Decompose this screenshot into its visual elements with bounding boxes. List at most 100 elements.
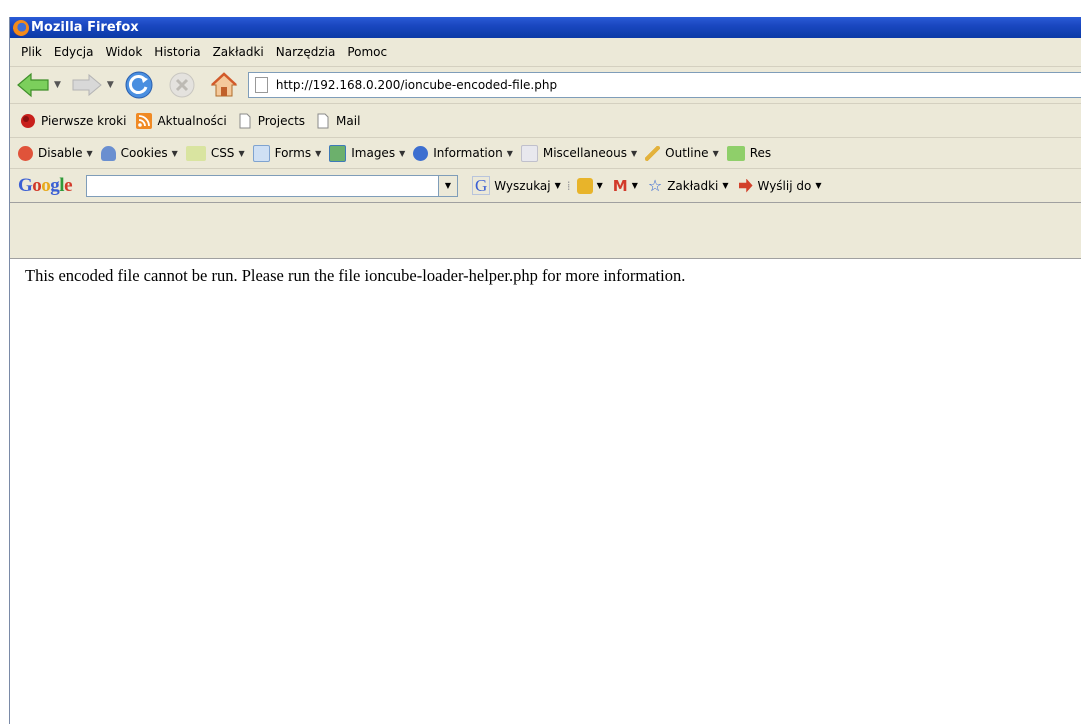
- menu-label: CSS: [210, 146, 235, 160]
- firefox-bookmark-icon: [21, 113, 35, 128]
- url-text: http://192.168.0.200/ioncube-encoded-fil…: [275, 78, 558, 92]
- menu-label: Res: [749, 146, 772, 160]
- web-developer-toolbar: Disable ▼ Cookies ▼ CSS ▼ Forms ▼ Images ▼ In…: [10, 138, 1081, 169]
- forward-arrow-icon: [72, 73, 102, 97]
- menu-file[interactable]: Plik: [21, 45, 42, 59]
- stop-icon: [169, 72, 195, 98]
- menu-bookmarks[interactable]: Zakładki: [213, 45, 264, 59]
- address-bar[interactable]: http://192.168.0.200/ioncube-encoded-fil…: [247, 72, 1081, 98]
- google-g-icon: G: [472, 176, 491, 195]
- reload-button[interactable]: [124, 70, 154, 100]
- css-icon: [185, 145, 206, 161]
- bookmark-mail[interactable]: Mail: [315, 113, 360, 129]
- cookies-icon: [100, 145, 116, 161]
- google-search-input[interactable]: ▼: [86, 174, 458, 197]
- dropdown-arrow-icon: ▼: [86, 148, 93, 158]
- menu-label: Images: [351, 146, 396, 160]
- webdev-images-menu[interactable]: Images ▼: [329, 144, 406, 162]
- home-icon: [210, 72, 238, 97]
- back-arrow-icon: [17, 72, 49, 98]
- send-to-button[interactable]: Wyślij do ▼: [738, 178, 822, 193]
- menu-label: Disable: [38, 146, 83, 160]
- search-history-dropdown-icon[interactable]: ▼: [438, 175, 457, 196]
- search-button-label: Wyszukaj: [494, 178, 551, 193]
- bookmark-label: Projects: [257, 113, 306, 128]
- menu-label: Cookies: [120, 146, 168, 160]
- page-icon: [254, 77, 268, 93]
- webdev-outline-menu[interactable]: Outline ▼: [645, 145, 719, 161]
- webdev-forms-menu[interactable]: Forms ▼: [252, 144, 322, 162]
- title-bar: Mozilla Firefox: [10, 17, 1081, 38]
- menu-history[interactable]: Historia: [154, 45, 200, 59]
- back-history-dropdown-icon[interactable]: ▼: [54, 80, 61, 90]
- menu-label: Outline: [665, 146, 709, 160]
- dropdown-arrow-icon: ▼: [596, 181, 603, 190]
- forms-icon: [252, 144, 270, 162]
- rss-feed-icon: [136, 112, 153, 129]
- dropdown-arrow-icon: ▼: [722, 181, 729, 190]
- gmail-icon: M: [612, 176, 628, 195]
- puzzle-icon: [576, 177, 593, 194]
- menu-label: Information: [433, 146, 503, 160]
- menu-bar: Plik Edycja Widok Historia Zakładki Narz…: [10, 38, 1081, 67]
- firefox-logo-icon: [13, 19, 29, 36]
- send-to-label: Wyślij do: [757, 178, 812, 193]
- navigation-toolbar: ▼ ▼ http://192.168.0.200/ioncube-encoded…: [10, 67, 1081, 104]
- webdev-resize-menu[interactable]: Res: [726, 145, 772, 161]
- dropdown-arrow-icon: ▼: [554, 181, 561, 190]
- bookmark-news-feed[interactable]: Aktualności: [136, 112, 227, 129]
- webdev-css-menu[interactable]: CSS ▼: [185, 145, 245, 161]
- outline-pencil-icon: [645, 145, 661, 161]
- bookmark-label: Aktualności: [157, 113, 227, 128]
- error-message: This encoded file cannot be run. Please …: [25, 266, 686, 285]
- reload-icon: [125, 71, 153, 99]
- star-icon: ☆: [647, 176, 663, 195]
- bookmark-projects[interactable]: Projects: [237, 113, 305, 129]
- menu-label: Miscellaneous: [542, 146, 627, 160]
- forward-button[interactable]: [71, 73, 103, 97]
- stop-button[interactable]: [168, 71, 196, 99]
- dropdown-arrow-icon: ▼: [238, 148, 245, 158]
- menu-label: Forms: [274, 146, 312, 160]
- back-button[interactable]: [16, 72, 50, 98]
- bookmarks-label: Zakładki: [667, 178, 719, 193]
- menu-tools[interactable]: Narzędzia: [276, 45, 336, 59]
- resize-icon: [726, 145, 745, 161]
- webdev-miscellaneous-menu[interactable]: Miscellaneous ▼: [520, 144, 638, 162]
- webdev-information-menu[interactable]: Information ▼: [413, 145, 513, 161]
- bookmark-label: Pierwsze kroki: [41, 113, 127, 128]
- google-toolbar: Google ▼ G Wyszukaj ▼ ⁞ ▼ M ▼ ☆ Zakładki…: [10, 169, 1081, 203]
- images-icon: [329, 144, 347, 162]
- dropdown-arrow-icon: ▼: [815, 181, 822, 190]
- menu-help[interactable]: Pomoc: [347, 45, 387, 59]
- google-search-button[interactable]: G Wyszukaj ▼: [472, 176, 561, 195]
- dropdown-arrow-icon: ▼: [712, 148, 719, 158]
- information-icon: [413, 145, 429, 161]
- menu-edit[interactable]: Edycja: [54, 45, 94, 59]
- send-arrow-icon: [738, 178, 753, 193]
- dropdown-arrow-icon: ▼: [506, 148, 513, 158]
- dropdown-arrow-icon: ▼: [171, 148, 178, 158]
- miscellaneous-icon: [520, 144, 538, 162]
- page-content: This encoded file cannot be run. Please …: [10, 258, 1081, 724]
- page-icon: [239, 113, 251, 128]
- dropdown-arrow-icon: ▼: [399, 148, 406, 158]
- bookmarks-toolbar: Pierwsze kroki Aktualności Projects Mail: [10, 104, 1081, 138]
- bookmark-label: Mail: [336, 113, 361, 128]
- page-icon: [317, 113, 329, 128]
- google-logo: Google: [18, 174, 72, 196]
- window-title: Mozilla Firefox: [31, 20, 139, 35]
- dropdown-arrow-icon: ▼: [631, 181, 638, 190]
- menu-view[interactable]: Widok: [105, 45, 142, 59]
- home-button[interactable]: [210, 71, 238, 99]
- forward-history-dropdown-icon[interactable]: ▼: [107, 80, 114, 90]
- disable-icon: [18, 145, 33, 161]
- webdev-cookies-menu[interactable]: Cookies ▼: [100, 145, 178, 161]
- google-extras-button[interactable]: ▼: [576, 177, 603, 194]
- bookmark-getting-started[interactable]: Pierwsze kroki: [20, 113, 126, 129]
- gmail-button[interactable]: M ▼: [613, 177, 638, 195]
- google-bookmarks-button[interactable]: ☆ Zakładki ▼: [648, 176, 729, 195]
- dropdown-arrow-icon: ▼: [315, 148, 322, 158]
- dropdown-arrow-icon: ▼: [631, 148, 638, 158]
- webdev-disable-menu[interactable]: Disable ▼: [18, 145, 93, 161]
